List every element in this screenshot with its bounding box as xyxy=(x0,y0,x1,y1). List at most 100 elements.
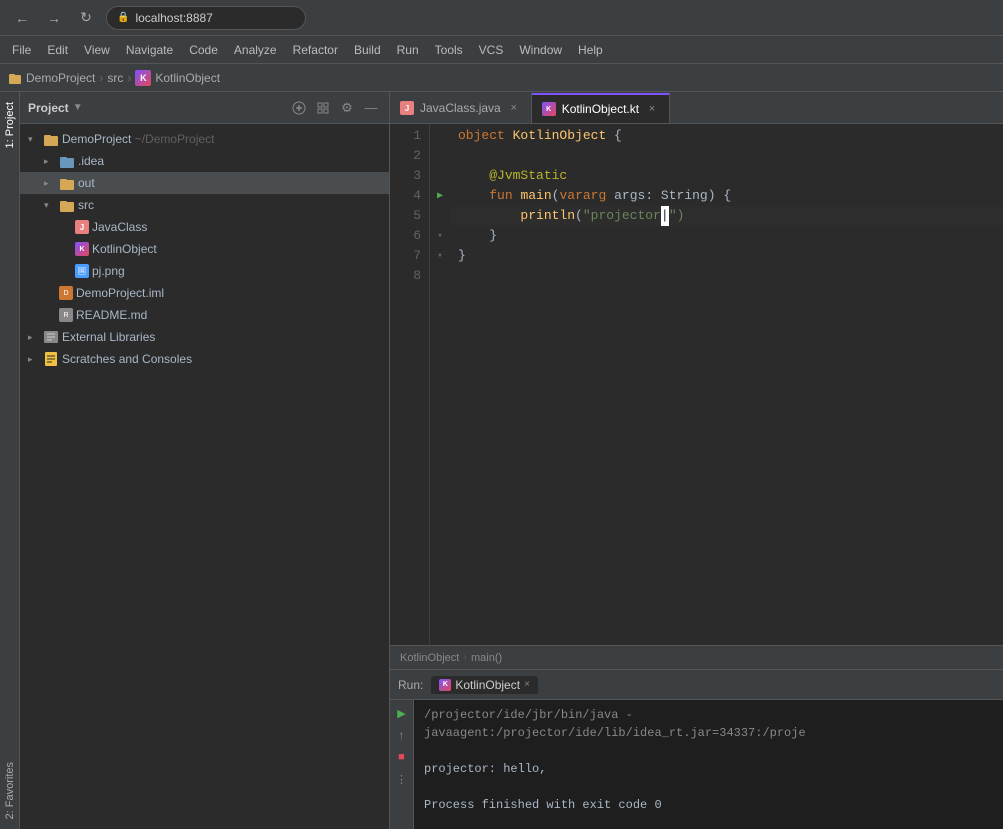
code-editor[interactable]: 1 2 3 4 5 6 7 8 ▶ xyxy=(390,124,1003,645)
tree-item-idea[interactable]: .idea xyxy=(20,150,389,172)
folder-icon-idea xyxy=(59,153,75,169)
sidebar-tab-favorites[interactable]: 2: Favorites xyxy=(0,752,19,829)
menu-window[interactable]: Window xyxy=(511,40,570,60)
tree-item-out[interactable]: out xyxy=(20,172,389,194)
menu-refactor[interactable]: Refactor xyxy=(285,40,346,60)
add-icon xyxy=(292,101,306,115)
editor-tabs: J JavaClass.java × K KotlinObject.kt × xyxy=(390,92,1003,124)
breadcrumb-src[interactable]: src xyxy=(107,71,123,85)
run-toolbar: ▶ ↑ ■ ⋮ xyxy=(390,700,414,829)
kw-object: object xyxy=(458,126,505,146)
panel-minimize-button[interactable]: — xyxy=(361,98,381,118)
tab-javaclass-close[interactable]: × xyxy=(507,101,521,115)
menu-edit[interactable]: Edit xyxy=(39,40,76,60)
tree-label-scratches: Scratches and Consoles xyxy=(62,352,192,366)
back-button[interactable]: ← xyxy=(10,6,34,30)
reload-button[interactable]: ↻ xyxy=(74,6,98,30)
run-tab-kotlin-icon: K xyxy=(439,679,451,691)
tab-javaclass[interactable]: J JavaClass.java × xyxy=(390,93,532,123)
tree-label-pjpng: pj.png xyxy=(92,264,125,278)
tree-item-demoproject[interactable]: DemoProject ~/DemoProject xyxy=(20,128,389,150)
menu-build[interactable]: Build xyxy=(346,40,389,60)
menu-analyze[interactable]: Analyze xyxy=(226,40,285,60)
iml-file-icon: D xyxy=(59,286,73,300)
browser-bar: ← → ↻ 🔒 localhost:8887 xyxy=(0,0,1003,36)
panel-settings-button[interactable]: ⚙ xyxy=(337,98,357,118)
run-rerun-button[interactable]: ↑ xyxy=(393,726,411,744)
run-content-area: ▶ ↑ ■ ⋮ /projector/ide/jbr/bin/java -jav… xyxy=(390,700,1003,829)
code-line-2 xyxy=(450,146,1003,166)
ext-lib-icon xyxy=(43,329,59,345)
fold-marker-7[interactable]: ▾ xyxy=(437,251,442,261)
tree-item-pjpng[interactable]: 🖼 pj.png xyxy=(20,260,389,282)
breadcrumb-sep2: › xyxy=(127,71,131,85)
panel-layout-button[interactable] xyxy=(313,98,333,118)
code-line-3: @JvmStatic xyxy=(450,166,1003,186)
tab-kotlinobject-label: KotlinObject.kt xyxy=(562,102,639,116)
address-text: localhost:8887 xyxy=(135,11,212,25)
run-arrow-icon[interactable]: ▶ xyxy=(437,190,443,202)
tab-kotlinobject-close[interactable]: × xyxy=(645,102,659,116)
tab-kotlinobject[interactable]: K KotlinObject.kt × xyxy=(532,93,670,123)
tree-label-extlibs: External Libraries xyxy=(62,330,155,344)
run-more-button[interactable]: ⋮ xyxy=(393,770,411,788)
png-file-icon: 🖼 xyxy=(75,264,89,278)
tree-item-src[interactable]: src xyxy=(20,194,389,216)
tree-item-readme[interactable]: R README.md xyxy=(20,304,389,326)
breadcrumb-file[interactable]: KotlinObject xyxy=(155,71,220,85)
lock-icon: 🔒 xyxy=(117,12,129,23)
tab-kotlin-icon: K xyxy=(542,102,556,116)
tree-arrow-out xyxy=(44,178,56,189)
tree-arrow-src xyxy=(44,200,56,211)
forward-button[interactable]: → xyxy=(42,6,66,30)
run-play-button[interactable]: ▶ xyxy=(393,704,411,722)
tree-item-javaclass[interactable]: J JavaClass xyxy=(20,216,389,238)
tree-label-idea: .idea xyxy=(78,154,104,168)
menu-view[interactable]: View xyxy=(76,40,118,60)
breadcrumb: DemoProject › src › K KotlinObject xyxy=(0,64,1003,92)
folder-icon-demoproject xyxy=(43,131,59,147)
tab-java-icon: J xyxy=(400,101,414,115)
panel-actions: ⚙ — xyxy=(289,98,381,118)
code-line-1: object KotlinObject { xyxy=(450,126,1003,146)
line-numbers: 1 2 3 4 5 6 7 8 xyxy=(390,124,430,645)
menu-tools[interactable]: Tools xyxy=(427,40,471,60)
run-tab-kotlinobject[interactable]: K KotlinObject × xyxy=(431,676,538,694)
address-bar[interactable]: 🔒 localhost:8887 xyxy=(106,6,306,30)
menu-run[interactable]: Run xyxy=(389,40,427,60)
panel-caret-icon: ▼ xyxy=(73,102,83,113)
editor-footer: KotlinObject › main() xyxy=(390,645,1003,669)
run-tab-close[interactable]: × xyxy=(524,679,530,690)
project-folder-icon xyxy=(8,71,22,85)
menu-file[interactable]: File xyxy=(4,40,39,60)
menu-vcs[interactable]: VCS xyxy=(471,40,512,60)
run-output-line-1: /projector/ide/jbr/bin/java -javaagent:/… xyxy=(424,706,993,742)
run-output-line-3: projector: hello, xyxy=(424,760,993,778)
tree-area: DemoProject ~/DemoProject .idea out xyxy=(20,124,389,829)
menu-navigate[interactable]: Navigate xyxy=(118,40,181,60)
tree-label-demoproject: DemoProject ~/DemoProject xyxy=(62,132,214,146)
tree-arrow-demoproject xyxy=(28,134,40,145)
project-panel: Project ▼ xyxy=(20,92,390,829)
tree-item-scratches[interactable]: Scratches and Consoles xyxy=(20,348,389,370)
java-file-icon: J xyxy=(75,220,89,234)
tree-label-readme: README.md xyxy=(76,308,147,322)
text-cursor: | xyxy=(661,206,669,226)
sidebar-tab-project[interactable]: 1: Project xyxy=(0,92,19,158)
run-tab-label: KotlinObject xyxy=(455,678,520,692)
md-file-icon: R xyxy=(59,308,73,322)
tree-label-javaclass: JavaClass xyxy=(92,220,147,234)
footer-method: main() xyxy=(471,652,502,664)
run-stop-button[interactable]: ■ xyxy=(393,748,411,766)
breadcrumb-project[interactable]: DemoProject xyxy=(26,71,95,85)
tree-item-extlibs[interactable]: External Libraries xyxy=(20,326,389,348)
panel-add-button[interactable] xyxy=(289,98,309,118)
footer-object: KotlinObject xyxy=(400,652,459,664)
tree-item-kotlinobject[interactable]: K KotlinObject xyxy=(20,238,389,260)
menu-code[interactable]: Code xyxy=(181,40,226,60)
fold-marker-6[interactable]: ▾ xyxy=(437,231,442,241)
footer-sep: › xyxy=(463,652,467,664)
menu-help[interactable]: Help xyxy=(570,40,611,60)
tree-item-demoproject-iml[interactable]: D DemoProject.iml xyxy=(20,282,389,304)
code-content[interactable]: object KotlinObject { @JvmStatic xyxy=(450,124,1003,645)
